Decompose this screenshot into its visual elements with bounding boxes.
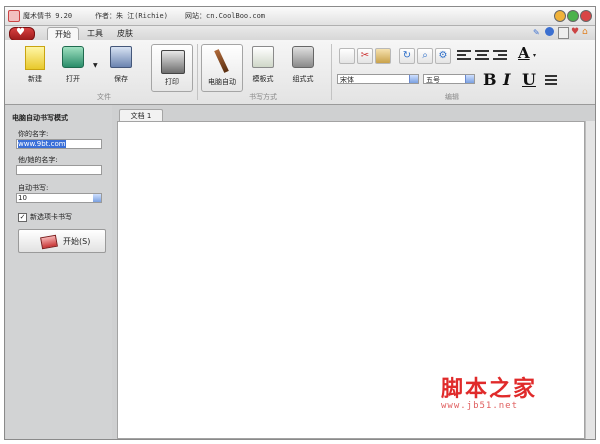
font-color-dropdown-icon[interactable]: ▾ [533,52,536,59]
auto-write-count-value: 10 [18,194,27,202]
pen-icon [214,49,229,73]
other-name-input[interactable] [16,165,102,175]
auto-write-button[interactable]: 电脑自动 [201,44,243,92]
left-panel: 电脑自动书写模式 你的名字: www.9bt.com 他/她的名字: 自动书写:… [6,105,112,439]
your-name-input[interactable]: www.9bt.com [16,139,102,149]
combine-icon [292,46,314,68]
chevron-down-icon [409,75,418,83]
watermark: 脚本之家 www.jb51.net [441,371,537,411]
align-right-icon[interactable] [493,48,507,62]
website-text: 网站：cn.CoolBoo.com [185,12,266,20]
new-tab-checkbox[interactable]: ✓ [18,213,27,222]
watermark-text: 脚本之家 [441,376,538,402]
font-family-value: 宋体 [340,76,354,84]
menu-bar: ♥ 开始 工具 皮肤 ✎ ♥ ⌂ [5,26,595,41]
template-button[interactable]: 模板式 [247,46,279,84]
app-menu-button[interactable]: ♥ [9,27,35,41]
your-name-label: 你的名字: [18,130,49,138]
tab-skin[interactable]: 皮肤 [113,27,137,40]
align-center-icon[interactable] [475,48,489,62]
heart-icon: ♥ [16,27,25,38]
font-color-button[interactable]: A [518,44,530,62]
edit-icon[interactable]: ✎ [533,28,540,37]
panel-title: 电脑自动书写模式 [12,114,68,122]
auto-write-count-stepper[interactable]: 10 [16,193,102,203]
spinner-icon[interactable] [93,194,101,202]
printer-icon [161,50,185,74]
font-size-value: 五号 [426,76,440,84]
file-group-label: 文件 [97,93,111,101]
zoom-icon[interactable]: ⌕ [417,48,433,64]
app-title: 魔术情书 9.20 [23,12,73,20]
group-write-button-label: 组式式 [292,75,314,83]
list-icon[interactable] [545,74,557,86]
new-file-icon [25,46,45,70]
chevron-down-icon [465,75,474,83]
heart-small-icon[interactable]: ♥ [571,27,579,37]
maximize-button[interactable] [567,10,579,22]
app-window: 魔术情书 9.20 作者：朱 江(Richie) 网站：cn.CoolBoo.c… [4,6,596,440]
document-tab-strip: 文档 1 [117,107,595,122]
vertical-scrollbar[interactable] [585,121,595,439]
search-replace-icon[interactable]: ⚙ [435,48,451,64]
group-divider [197,44,198,100]
app-icon [8,10,20,22]
write-group-label: 书写方式 [249,93,277,101]
auto-write-label: 电脑自动 [208,78,236,86]
copy-format-icon[interactable] [339,48,355,64]
your-name-value: www.9bt.com [18,140,66,148]
author-text: 作者：朱 江(Richie) [95,12,168,20]
start-button[interactable]: 开始(S) [18,229,106,253]
envelope-icon [40,234,58,250]
group-write-button[interactable]: 组式式 [287,46,319,84]
align-left-icon[interactable] [457,48,471,62]
settings-icon[interactable] [558,27,569,39]
tab-start[interactable]: 开始 [47,27,79,41]
new-tab-checkbox-label: 新选项卡书写 [30,213,72,221]
minimize-button[interactable] [554,10,566,22]
template-button-label: 模板式 [252,75,274,83]
italic-button[interactable]: I [503,70,510,89]
new-button-label: 新建 [28,75,42,83]
bold-button[interactable]: B [483,70,497,89]
new-button[interactable]: 新建 [21,46,49,84]
template-icon [252,46,274,68]
home-icon[interactable]: ⌂ [582,27,588,37]
auto-write-count-label: 自动书写: [18,184,49,192]
font-family-select[interactable]: 宋体 [337,74,419,84]
help-icon[interactable] [545,27,554,36]
font-size-select[interactable]: 五号 [423,74,475,84]
refresh-icon[interactable]: ↻ [399,48,415,64]
edit-group-label: 编辑 [445,93,459,101]
cut-icon[interactable]: ✂ [357,48,373,64]
open-folder-icon [62,46,84,68]
open-button[interactable]: 打开 [59,46,87,84]
save-button-label: 保存 [114,75,128,83]
ribbon: 新建 打开 ▼ 保存 打印 文件 电脑自动 模板式 组式式 书写方式 ✂ ↻ ⌕… [5,40,595,105]
open-button-label: 打开 [66,75,80,83]
title-bar: 魔术情书 9.20 作者：朱 江(Richie) 网站：cn.CoolBoo.c… [5,7,595,26]
paste-icon[interactable] [375,48,391,64]
close-button[interactable] [580,10,592,22]
print-button-label: 打印 [165,78,179,86]
underline-button[interactable]: U [522,70,536,89]
group-divider [331,44,332,100]
save-disk-icon [110,46,132,68]
tab-tools[interactable]: 工具 [83,27,107,40]
start-button-label: 开始(S) [63,237,91,246]
open-dropdown-arrow-icon[interactable]: ▼ [93,62,98,69]
other-name-label: 他/她的名字: [18,156,58,164]
print-button[interactable]: 打印 [151,44,193,92]
save-button[interactable]: 保存 [107,46,135,84]
